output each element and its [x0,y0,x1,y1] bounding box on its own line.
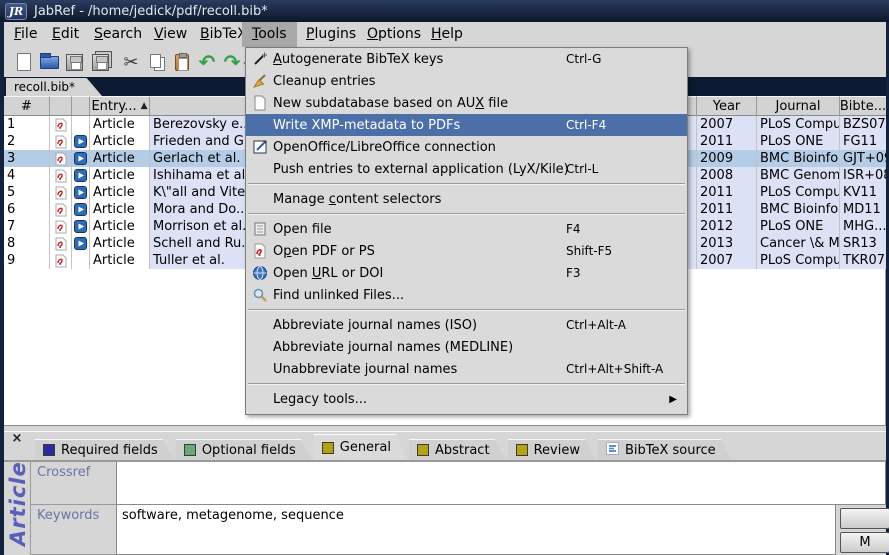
submenu-arrow-icon: ▶ [669,394,677,405]
menu-item-write-xmp-metadata[interactable]: Write XMP-metadata to PDFs Ctrl-F4 [246,114,687,136]
cut-icon[interactable]: ✂ [119,50,143,74]
menu-help[interactable]: Help [421,22,473,47]
pdf-icon [250,243,269,259]
jabref-logo-icon: JR [5,3,27,20]
menu-tools[interactable]: Tools [242,22,297,47]
menu-item-open-pdf-or-ps[interactable]: Open PDF or PS Shift-F5 [246,240,687,262]
menu-item-push-entries[interactable]: Push entries to external application (Ly… [246,158,687,180]
url-icon[interactable] [72,184,90,201]
wand-icon [250,51,269,67]
pdf-icon[interactable] [50,184,72,201]
optional-fields-icon [184,444,196,456]
menu-separator [246,380,687,388]
keywords-field[interactable]: software, metagenome, sequence [116,505,836,555]
menu-item-find-unlinked-files[interactable]: Find unlinked Files... [246,284,687,306]
required-fields-icon [43,444,55,456]
url-icon[interactable] [72,218,90,235]
menu-item-autogenerate-bibtex-keys[interactable]: Autogenerate BibTeX keys Ctrl-G [246,48,687,70]
header-year[interactable]: Year [697,96,757,116]
menu-item-unabbreviate[interactable]: Unabbreviate journal names Ctrl+Alt+Shif… [246,358,687,380]
tab-recoll-bib[interactable]: recoll.bib* [6,78,102,96]
header-num[interactable]: # [4,96,50,116]
paste-icon[interactable] [170,50,194,74]
url-icon[interactable] [72,133,90,150]
window-title: JabRef - /home/jedick/pdf/recoll.bib* [34,4,268,19]
menu-item-openoffice-connection[interactable]: OpenOffice/LibreOffice connection [246,136,687,158]
globe-icon [250,265,269,281]
entry-type-label: Article [4,452,32,555]
bibtex-source-icon [606,442,619,459]
entry-editor: × Article Required fields Optional field… [4,432,886,555]
splitter[interactable] [4,425,886,432]
header-journal[interactable]: Journal [757,96,840,116]
new-database-icon[interactable] [12,50,36,74]
menu-item-new-subdatabase[interactable]: New subdatabase based on AUX file [246,92,687,114]
copy-icon[interactable] [145,50,169,74]
pdf-icon[interactable] [50,150,72,167]
pdf-icon[interactable] [50,116,72,133]
menu-item-cleanup-entries[interactable]: Cleanup entries [246,70,687,92]
url-icon[interactable] [72,235,90,252]
pdf-icon[interactable] [50,201,72,218]
menu-separator [246,306,687,314]
header-bibtexkey[interactable]: Bibte... [840,96,886,116]
tab-abstract[interactable]: Abstract [409,439,506,460]
menubar: File Edit Search View BibTeX Tools Plugi… [4,22,886,47]
menu-item-open-url-or-doi[interactable]: Open URL or DOI F3 [246,262,687,284]
tab-bibtex-source[interactable]: BibTeX source [598,439,732,460]
openoffice-icon [250,139,269,155]
menu-item-abbreviate-medline[interactable]: Abbreviate journal names (MEDLINE) [246,336,687,358]
titlebar: JR JabRef - /home/jedick/pdf/recoll.bib* [0,0,889,22]
side-button-manage[interactable]: M [840,532,889,553]
open-database-icon[interactable] [37,50,61,74]
tab-required-fields[interactable]: Required fields [35,439,174,460]
keywords-label: Keywords [30,505,117,555]
menu-file[interactable]: File [4,22,47,47]
header-entrytype[interactable]: Entry...▲ [90,96,150,116]
pdf-icon[interactable] [50,167,72,184]
menu-item-abbreviate-iso[interactable]: Abbreviate journal names (ISO) Ctrl+Alt-… [246,314,687,336]
editor-tabs: Required fields Optional fields General … [35,437,734,460]
header-url[interactable] [72,96,90,116]
pdf-icon[interactable] [50,252,72,269]
url-icon[interactable] [72,167,90,184]
pdf-icon[interactable] [50,133,72,150]
header-pdf[interactable] [50,96,72,116]
review-tab-icon [516,444,528,456]
sort-ascending-icon: ▲ [141,101,148,111]
menu-search[interactable]: Search [84,22,152,47]
save-database-icon[interactable] [62,50,86,74]
jabref-window: JR JabRef - /home/jedick/pdf/recoll.bib*… [0,0,889,555]
menu-separator [246,180,687,188]
menu-item-legacy-tools[interactable]: Legacy tools... ▶ [246,388,687,410]
url-icon[interactable] [72,150,90,167]
side-button-1[interactable] [840,508,889,529]
menu-options[interactable]: Options [357,22,431,47]
close-editor-button[interactable]: × [9,432,25,446]
menu-item-open-file[interactable]: Open file F4 [246,218,687,240]
menu-separator [246,210,687,218]
pdf-icon[interactable] [50,218,72,235]
tab-review[interactable]: Review [508,439,596,460]
magnifier-icon [250,287,269,303]
tab-optional-fields[interactable]: Optional fields [176,439,312,460]
menu-edit[interactable]: Edit [42,22,89,47]
tab-general[interactable]: General [314,434,407,460]
crossref-label: Crossref [30,462,117,505]
crossref-field[interactable] [116,462,886,505]
menu-item-manage-content-selectors[interactable]: Manage content selectors [246,188,687,210]
save-all-icon[interactable] [88,50,112,74]
file-icon [250,221,269,237]
tools-dropdown-menu: Autogenerate BibTeX keys Ctrl-G Cleanup … [245,47,688,415]
general-tab-icon [322,442,334,454]
abstract-tab-icon [417,444,429,456]
pdf-icon[interactable] [50,235,72,252]
broom-icon [250,73,269,89]
new-document-icon [250,95,269,111]
url-icon[interactable] [72,201,90,218]
undo-icon[interactable]: ↶ [195,50,219,74]
menu-plugins[interactable]: Plugins [296,22,366,47]
